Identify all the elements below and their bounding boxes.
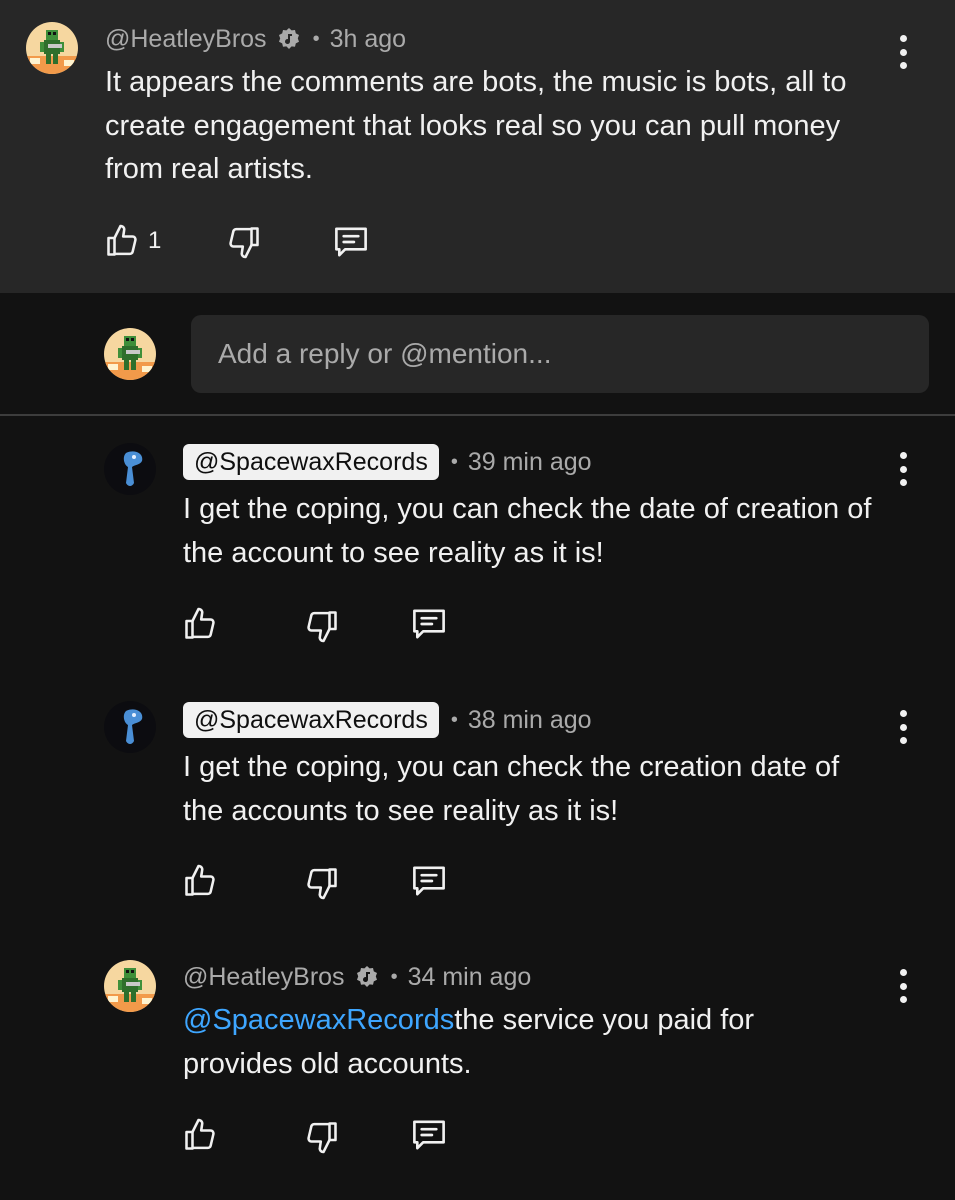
separator-dot: • bbox=[312, 27, 320, 50]
dislike-button[interactable] bbox=[304, 865, 340, 901]
reply-time: 38 min ago bbox=[467, 705, 592, 734]
separator-dot: • bbox=[450, 708, 458, 731]
spacewax-avatar[interactable] bbox=[104, 701, 156, 753]
verified-music-icon bbox=[278, 28, 299, 49]
reply-button[interactable] bbox=[410, 1117, 448, 1153]
thumbs-down-icon bbox=[307, 611, 337, 643]
comment-text: It appears the comments are bots, the mu… bbox=[105, 66, 847, 185]
reply-icon bbox=[335, 227, 367, 257]
reply-meta: @HeatleyBros • 34 min ago bbox=[183, 960, 531, 994]
thumbs-down-icon bbox=[307, 868, 337, 900]
like-button[interactable] bbox=[182, 606, 218, 642]
dislike-button[interactable] bbox=[226, 224, 262, 260]
comment-time: 3h ago bbox=[329, 24, 407, 53]
more-vert-icon[interactable] bbox=[893, 35, 913, 69]
dislike-button[interactable] bbox=[304, 1119, 340, 1155]
heatley-avatar[interactable] bbox=[26, 22, 78, 74]
reply-input[interactable]: Add a reply or @mention... bbox=[191, 315, 929, 393]
like-button[interactable]: 1 bbox=[104, 222, 161, 260]
reply-time: 34 min ago bbox=[407, 962, 532, 991]
reply-meta: @SpacewaxRecords • 39 min ago bbox=[183, 444, 592, 480]
thumbs-down-icon bbox=[307, 1122, 337, 1154]
author-handle-pill[interactable]: @SpacewaxRecords bbox=[183, 444, 439, 480]
mention-link[interactable]: @SpacewaxRecords bbox=[183, 1004, 454, 1036]
thumbs-up-icon bbox=[107, 224, 137, 256]
more-vert-icon[interactable] bbox=[893, 452, 913, 486]
reply-time: 39 min ago bbox=[467, 447, 592, 476]
divider bbox=[0, 414, 955, 416]
reply-button[interactable] bbox=[410, 606, 448, 642]
reply-text: @SpacewaxRecordsthe service you paid for… bbox=[183, 999, 823, 1086]
like-button[interactable] bbox=[182, 863, 218, 899]
thumbs-up-icon bbox=[185, 1118, 215, 1150]
top-comment: @HeatleyBros • 3h ago It appears the com… bbox=[0, 0, 955, 293]
author-handle[interactable]: @HeatleyBros bbox=[183, 963, 345, 992]
reply-text: I get the coping, you can check the date… bbox=[183, 493, 872, 569]
reply-text: I get the coping, you can check the crea… bbox=[183, 751, 840, 827]
verified-music-icon bbox=[356, 966, 377, 987]
more-vert-icon[interactable] bbox=[893, 710, 913, 744]
comment-meta: @HeatleyBros • 3h ago bbox=[105, 22, 406, 56]
thumbs-down-icon bbox=[229, 227, 259, 259]
reply-icon bbox=[413, 866, 445, 896]
current-user-avatar[interactable] bbox=[104, 328, 156, 380]
thumbs-up-icon bbox=[185, 607, 215, 639]
author-handle[interactable]: @HeatleyBros bbox=[105, 25, 267, 54]
dislike-button[interactable] bbox=[304, 608, 340, 644]
thumbs-up-icon bbox=[185, 864, 215, 896]
separator-dot: • bbox=[450, 450, 458, 473]
reply-meta: @SpacewaxRecords • 38 min ago bbox=[183, 702, 592, 738]
reply-button[interactable] bbox=[332, 224, 370, 260]
reply-button[interactable] bbox=[410, 863, 448, 899]
separator-dot: • bbox=[390, 965, 398, 988]
reply-icon bbox=[413, 609, 445, 639]
author-handle-pill[interactable]: @SpacewaxRecords bbox=[183, 702, 439, 738]
more-vert-icon[interactable] bbox=[893, 969, 913, 1003]
reply-icon bbox=[413, 1120, 445, 1150]
spacewax-avatar[interactable] bbox=[104, 443, 156, 495]
like-count: 1 bbox=[148, 227, 162, 254]
like-button[interactable] bbox=[182, 1117, 218, 1153]
heatley-avatar[interactable] bbox=[104, 960, 156, 1012]
